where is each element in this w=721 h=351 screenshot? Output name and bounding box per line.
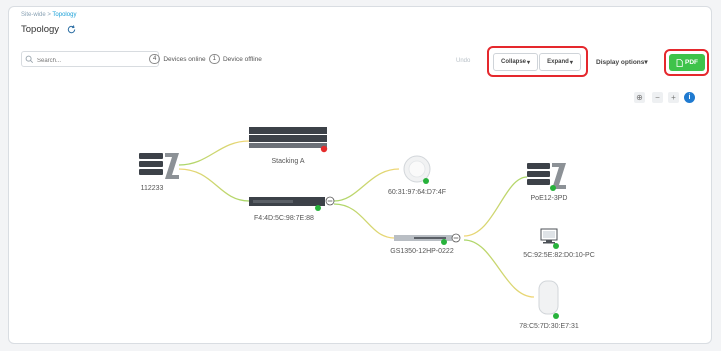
topology-panel: Site-wide > Topology Topology 4 Devices … [8,6,712,344]
device-label-switch2: GS1350-12HP-0222 [390,248,454,255]
gateway-icon[interactable] [527,163,566,189]
link-switch1-switch2 [333,203,395,239]
device-label-pc: 5C:92:5E:82:D0:10-PC [523,252,595,259]
device-label-poe: PoE12-3PD [531,195,568,202]
device-label-switch1: F4:4D:5C:98:7E:88 [254,215,314,222]
topology-canvas[interactable]: 112233 Stacking A F4:4D:5C:98:7E:88 60:3… [9,7,712,344]
switch-stack-icon[interactable] [249,127,327,148]
switch-icon[interactable] [249,197,325,206]
access-point-icon[interactable] [538,280,559,315]
device-label-stack: Stacking A [271,158,304,165]
link-gateway-switch1 [178,168,250,202]
status-online-dot [423,178,429,184]
status-online-dot [441,239,447,245]
link-gateway-stack [178,140,250,166]
link-switch2-poe [463,176,528,237]
status-offline-dot [320,145,328,153]
pc-icon[interactable] [540,228,558,244]
topology-links [178,140,537,298]
link-switch2-ap2 [463,239,535,298]
status-online-dot [553,313,559,319]
link-switch1-ap [333,168,400,202]
status-online-dot [550,185,556,191]
device-label-gateway: 112233 [141,185,164,192]
device-label-ap2: 78:C5:7D:30:E7:31 [519,323,579,330]
status-online-dot [553,243,559,249]
gateway-icon[interactable] [139,153,179,179]
device-label-ap: 60:31:97:64:D7:4F [388,189,446,196]
status-online-dot [315,205,321,211]
